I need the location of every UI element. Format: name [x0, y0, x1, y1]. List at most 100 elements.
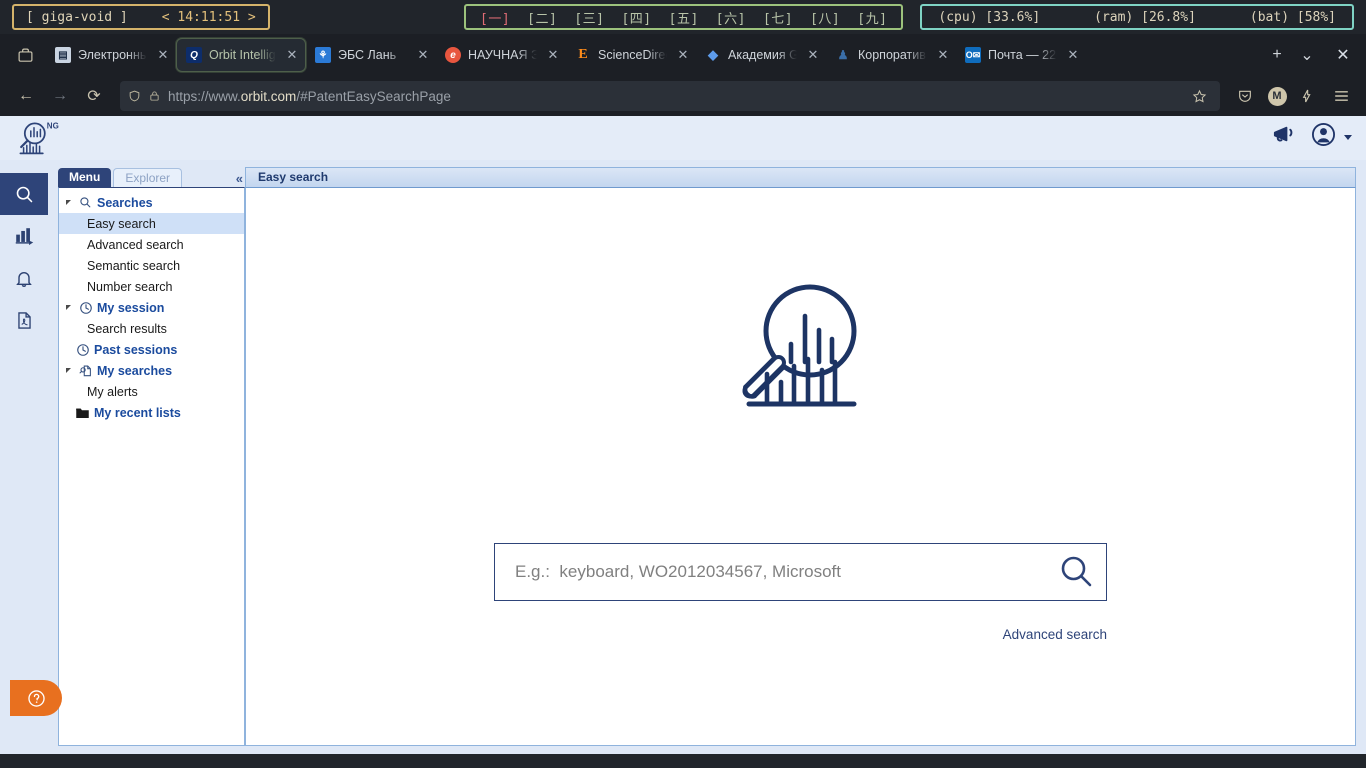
- content-tab-easy-search[interactable]: Easy search: [246, 168, 340, 187]
- firefox-view-icon[interactable]: [8, 40, 42, 70]
- tree-item-my-alerts[interactable]: My alerts: [59, 381, 244, 402]
- clock-icon: [77, 301, 94, 315]
- status-host-group: [ giga-void ] < 14:11:51 >: [12, 4, 270, 30]
- ram-metric: (ram) [26.8%]: [1094, 9, 1196, 25]
- tab-favicon: E: [578, 47, 588, 62]
- tab-1[interactable]: Q Orbit Intelligence ✕: [176, 38, 306, 72]
- reload-icon[interactable]: ⟳: [78, 81, 110, 111]
- tree-group-my-searches[interactable]: My searches: [59, 360, 244, 381]
- tab-close-icon[interactable]: ✕: [154, 46, 172, 64]
- tab-2[interactable]: ⚘ ЭБС Лань ✕: [306, 38, 436, 72]
- tree-label: Search results: [87, 321, 167, 336]
- navigation-toolbar: ← → ⟳ https://www.orbit.com/#PatentEasyS…: [0, 76, 1366, 116]
- tab-favicon: O✉: [965, 47, 981, 63]
- tab-title: Корпоративный: [858, 48, 927, 62]
- easy-search-canvas: Advanced search: [245, 187, 1356, 746]
- tree-group-past-sessions[interactable]: Past sessions: [59, 339, 244, 360]
- search-submit-icon[interactable]: [1052, 554, 1100, 590]
- pocket-save-icon[interactable]: [1230, 81, 1260, 111]
- tab-close-icon[interactable]: ✕: [1064, 46, 1082, 64]
- workspace-7[interactable]: [七]: [763, 8, 793, 27]
- tree-item-number-search[interactable]: Number search: [59, 276, 244, 297]
- search-input[interactable]: [515, 562, 1052, 582]
- tree-item-semantic-search[interactable]: Semantic search: [59, 255, 244, 276]
- tree-item-search-results[interactable]: Search results: [59, 318, 244, 339]
- announcements-icon[interactable]: [1272, 124, 1297, 151]
- tree-label: Advanced search: [87, 237, 184, 252]
- orbit-logo[interactable]: NG: [14, 119, 62, 164]
- window-close-button[interactable]: ✕: [1328, 40, 1358, 70]
- tab-title: Orbit Intelligence: [209, 48, 276, 62]
- workspace-9[interactable]: [九]: [857, 8, 887, 27]
- address-bar[interactable]: https://www.orbit.com/#PatentEasySearchP…: [120, 81, 1220, 111]
- tab-favicon: ▤: [55, 47, 71, 63]
- workspace-6[interactable]: [六]: [716, 8, 746, 27]
- workspace-4[interactable]: [四]: [621, 8, 651, 27]
- url-text[interactable]: https://www.orbit.com/#PatentEasySearchP…: [168, 89, 1178, 104]
- advanced-search-link[interactable]: Advanced search: [494, 627, 1107, 642]
- tree-item-easy-search[interactable]: Easy search: [59, 213, 244, 234]
- tab-3[interactable]: e НАУЧНАЯ ЭЛЕКТРОННАЯ ✕: [436, 38, 566, 72]
- easy-search-box[interactable]: [494, 543, 1107, 601]
- back-icon[interactable]: ←: [10, 81, 42, 111]
- tab-5[interactable]: ◆ Академия Google ✕: [696, 38, 826, 72]
- tree-label: My session: [97, 300, 165, 315]
- forward-icon[interactable]: →: [44, 81, 76, 111]
- tab-favicon: e: [445, 47, 461, 63]
- tab-close-icon[interactable]: ✕: [934, 46, 952, 64]
- account-avatar[interactable]: M: [1262, 81, 1292, 111]
- extensions-icon[interactable]: [1294, 81, 1324, 111]
- rail-item-analysis[interactable]: [0, 215, 48, 257]
- tab-close-icon[interactable]: ✕: [674, 46, 692, 64]
- content-area: Easy search E.g.: keyboard, WO2012034567…: [245, 160, 1366, 754]
- magnifier-icon: [77, 196, 94, 209]
- clock-icon: [74, 343, 91, 357]
- new-tab-button[interactable]: +: [1262, 40, 1292, 70]
- help-button[interactable]: [10, 680, 62, 716]
- workspace-switcher[interactable]: [一] [二] [三] [四] [五] [六] [七] [八] [九]: [464, 4, 904, 30]
- tree-label: Number search: [87, 279, 173, 294]
- module-rail: [0, 160, 62, 754]
- tab-4[interactable]: E ScienceDirect ✕: [566, 38, 696, 72]
- expand-arrow-icon[interactable]: [63, 368, 74, 373]
- rail-item-search[interactable]: [0, 173, 48, 215]
- workspace-2[interactable]: [二]: [527, 8, 557, 27]
- tab-7[interactable]: O✉ Почта — 220 ✕: [956, 38, 1086, 72]
- app-menu-icon[interactable]: [1326, 81, 1356, 111]
- list-all-tabs-icon[interactable]: ⌄: [1292, 40, 1322, 70]
- workspace-8[interactable]: [八]: [810, 8, 840, 27]
- user-menu-chevron-icon[interactable]: [1344, 134, 1352, 140]
- workspace-5[interactable]: [五]: [669, 8, 699, 27]
- lock-icon[interactable]: [149, 89, 160, 103]
- shield-icon[interactable]: [128, 89, 141, 103]
- rail-item-alerts[interactable]: [0, 257, 48, 299]
- tree-group-my-session[interactable]: My session: [59, 297, 244, 318]
- system-status-bar: [ giga-void ] < 14:11:51 > [一] [二] [三] […: [0, 0, 1366, 34]
- bookmark-star-icon[interactable]: [1186, 83, 1212, 109]
- tab-close-icon[interactable]: ✕: [414, 46, 432, 64]
- tab-close-icon[interactable]: ✕: [804, 46, 822, 64]
- tree-group-searches[interactable]: Searches: [59, 192, 244, 213]
- menu-panel: Menu Explorer « Searches Easy search Adv…: [48, 160, 245, 754]
- tab-close-icon[interactable]: ✕: [283, 46, 301, 64]
- workspace-3[interactable]: [三]: [574, 8, 604, 27]
- tab-favicon: ⚘: [315, 47, 331, 63]
- expand-arrow-icon[interactable]: [63, 305, 74, 310]
- system-metrics: (cpu) [33.6%] (ram) [26.8%] (bat) [58%]: [920, 4, 1354, 30]
- user-avatar[interactable]: [1311, 122, 1336, 152]
- tab-0[interactable]: ▤ Электронный ✕: [46, 38, 176, 72]
- expand-arrow-icon[interactable]: [63, 200, 74, 205]
- tab-explorer[interactable]: Explorer: [113, 168, 183, 187]
- collapse-panel-icon[interactable]: «: [236, 171, 243, 186]
- tab-menu[interactable]: Menu: [58, 168, 112, 187]
- tab-close-icon[interactable]: ✕: [544, 46, 562, 64]
- tree-item-advanced-search[interactable]: Advanced search: [59, 234, 244, 255]
- tree-group-my-recent-lists[interactable]: My recent lists: [59, 402, 244, 423]
- rail-item-documents[interactable]: [0, 299, 48, 341]
- tab-6[interactable]: ♟ Корпоративный ✕: [826, 38, 956, 72]
- workspace-1[interactable]: [一]: [480, 8, 510, 27]
- hero-illustration: [246, 274, 1355, 419]
- account-initial: M: [1267, 86, 1287, 106]
- tab-title: Академия Google: [728, 48, 797, 62]
- tab-favicon: ◆: [708, 47, 718, 62]
